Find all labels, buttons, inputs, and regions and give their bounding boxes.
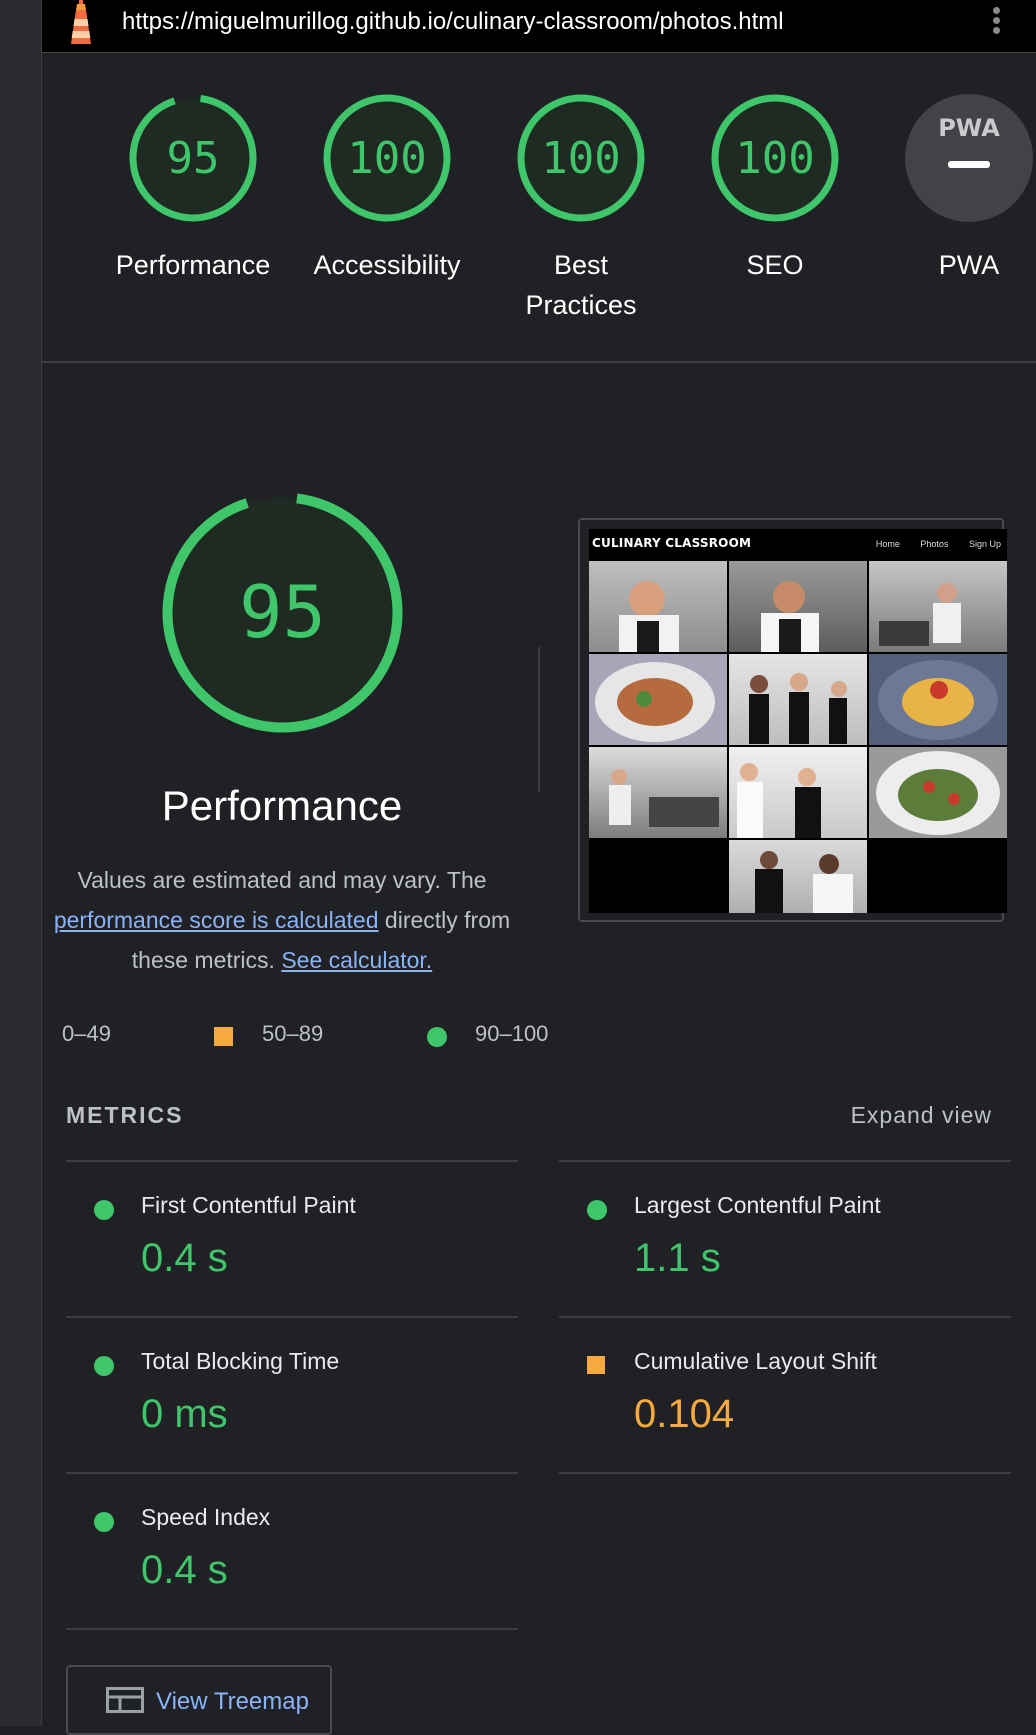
metrics-divider (66, 1628, 518, 1630)
performance-main-score: 95 (239, 570, 326, 654)
pass-circle-icon (427, 1027, 447, 1047)
pass-circle-icon (94, 1356, 114, 1376)
metric-cumulative-layout-shift: Cumulative Layout Shift 0.104 (559, 1316, 1011, 1474)
photo-chefs-cooking (729, 747, 867, 838)
gauge-performance[interactable]: 95 Performance (96, 93, 290, 285)
gauge-label: Accessibility (313, 250, 461, 280)
screenshot-nav-signup: Sign Up (968, 539, 1001, 549)
score-legend: 0–49 50–89 90–100 (42, 1017, 562, 1057)
pass-circle-icon (94, 1200, 114, 1220)
screenshot-brand: CULINARY CLASSROOM (592, 536, 752, 550)
fail-triangle-icon (158, 1027, 180, 1047)
metric-largest-contentful-paint: Largest Contentful Paint 1.1 s (559, 1160, 1011, 1318)
gauge-ring: 95 (129, 94, 257, 222)
final-screenshot[interactable]: CULINARY CLASSROOM Home Photos Sign Up (578, 518, 1007, 922)
score-calculated-link[interactable]: performance score is calculated (54, 907, 379, 933)
gauge-pwa[interactable]: PWA PWA (872, 93, 1036, 285)
metric-total-blocking-time: Total Blocking Time 0 ms (66, 1316, 518, 1474)
pass-circle-icon (587, 1200, 607, 1220)
legend-pass-label: 90–100 (475, 1021, 549, 1046)
photo-dish-3 (869, 747, 1007, 838)
view-treemap-label: View Treemap (156, 1688, 309, 1715)
metric-speed-index: Speed Index 0.4 s (66, 1472, 518, 1630)
view-treemap-button[interactable]: View Treemap (66, 1665, 332, 1735)
desc-text: Values are estimated and may vary. The (77, 867, 487, 893)
metric-value: 0.104 (634, 1392, 735, 1436)
gauge-ring: 100 (711, 94, 839, 222)
report-url: https://miguelmurillog.github.io/culinar… (122, 8, 784, 35)
metric-name: Cumulative Layout Shift (634, 1348, 877, 1374)
gauge-label: PWA (938, 250, 1000, 280)
report-topbar: https://miguelmurillog.github.io/culinar… (42, 0, 1036, 53)
photo-kitchen-1 (869, 561, 1007, 652)
photo-team (729, 654, 867, 745)
average-square-icon (214, 1027, 233, 1046)
section-divider (538, 647, 540, 792)
photo-chef-2 (729, 561, 867, 652)
gauge-accessibility[interactable]: 100 Accessibility (290, 93, 484, 285)
lighthouse-icon (71, 0, 91, 44)
pwa-badge-icon: PWA (905, 94, 1033, 222)
gauge-best-practices[interactable]: 100 Best Practices (484, 93, 678, 325)
metric-name: Largest Contentful Paint (634, 1192, 881, 1218)
screenshot-image: CULINARY CLASSROOM Home Photos Sign Up (589, 529, 1007, 913)
legend-average-label: 50–89 (262, 1021, 324, 1046)
photo-chef-1 (589, 561, 727, 652)
gauge-ring: 100 (323, 94, 451, 222)
kebab-menu-icon[interactable] (990, 4, 1002, 44)
metric-first-contentful-paint: First Contentful Paint 0.4 s (66, 1160, 518, 1318)
photo-dish-2 (869, 654, 1007, 745)
metrics-divider (559, 1472, 1011, 1474)
gauge-score: 100 (541, 133, 620, 184)
metric-value: 1.1 s (634, 1236, 721, 1280)
performance-main-gauge: 95 (162, 492, 403, 733)
treemap-icon (106, 1687, 144, 1713)
pwa-badge-text: PWA (938, 114, 1000, 142)
metrics-header: METRICS (66, 1102, 184, 1128)
expand-view-toggle[interactable]: Expand view (851, 1102, 992, 1129)
legend-fail-label: 0–49 (62, 1021, 111, 1046)
metric-name: Speed Index (141, 1504, 271, 1530)
performance-section: 95 Performance Values are estimated and … (42, 362, 1036, 1735)
gauge-label: SEO (746, 250, 804, 280)
gauge-ring: 100 (517, 94, 645, 222)
gauge-score: 100 (735, 133, 814, 184)
screenshot-nav-photos: Photos (920, 539, 949, 549)
performance-title: Performance (161, 782, 403, 829)
see-calculator-link[interactable]: See calculator. (281, 947, 432, 973)
gauge-label: Best Practices (525, 250, 637, 320)
score-summary: 95 Performance 100 Accessibility 100 Bes… (42, 53, 1036, 363)
metric-value: 0.4 s (141, 1548, 228, 1592)
gauge-seo[interactable]: 100 SEO (678, 93, 872, 285)
gauge-score: 95 (167, 133, 220, 184)
devtools-left-rail (0, 0, 42, 1726)
photo-dish-1 (589, 654, 727, 745)
metric-name: Total Blocking Time (141, 1348, 340, 1374)
metric-value: 0.4 s (141, 1236, 228, 1280)
pass-circle-icon (94, 1512, 114, 1532)
metric-value: 0 ms (141, 1392, 228, 1436)
photo-kitchen-2 (589, 747, 727, 838)
performance-description: Values are estimated and may vary. The p… (42, 860, 522, 980)
gauge-label: Performance (115, 250, 271, 280)
gauge-score: 100 (347, 133, 426, 184)
metric-name: First Contentful Paint (141, 1192, 356, 1218)
screenshot-navbar: CULINARY CLASSROOM Home Photos Sign Up (589, 529, 1007, 559)
screenshot-nav-home: Home (875, 539, 900, 549)
photo-chefs-plating (729, 840, 867, 913)
average-square-icon (587, 1356, 605, 1374)
screenshot-nav-links: Home Photos Sign Up (858, 539, 1001, 549)
